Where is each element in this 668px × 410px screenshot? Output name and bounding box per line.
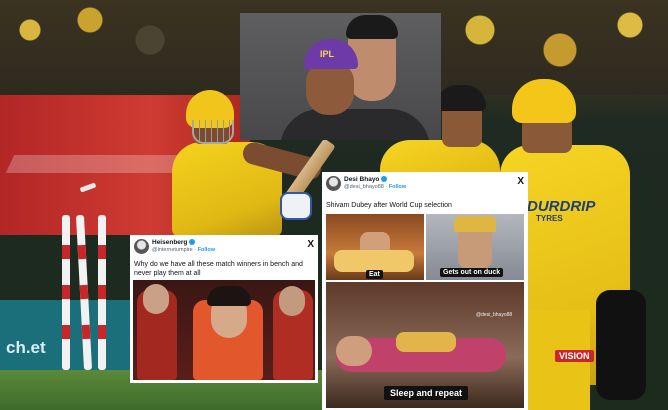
food-plate xyxy=(334,250,414,272)
photo-hair xyxy=(346,15,398,39)
verified-icon xyxy=(189,239,196,246)
kit-badge: VISION xyxy=(555,350,594,362)
meme-panel-sleep[interactable]: @desi_bhayo88 Sleep and repeat xyxy=(326,282,524,408)
x-logo-icon[interactable]: X xyxy=(307,239,314,250)
avatar[interactable] xyxy=(326,176,341,191)
tweet-image-fans[interactable] xyxy=(133,280,315,380)
caption-eat: Eat xyxy=(366,270,383,279)
meme-panel-eat[interactable]: Eat xyxy=(326,214,424,280)
tweet-handle-row: @internetumpire · Follow xyxy=(152,247,216,253)
ornament xyxy=(396,332,456,352)
avatar[interactable] xyxy=(134,239,149,254)
fan-face xyxy=(279,286,305,316)
kit-sponsor-logo: DURDRIP xyxy=(527,198,596,215)
stump xyxy=(98,215,106,370)
fan-face xyxy=(143,284,169,314)
caption-sleep: Sleep and repeat xyxy=(384,386,469,400)
sleeping-face xyxy=(336,336,372,366)
meme-figure xyxy=(458,228,492,268)
stump xyxy=(62,215,70,370)
caption-duck: Gets out on duck xyxy=(440,268,504,277)
cricket-stumps xyxy=(60,214,110,375)
image-watermark: @desi_bhayo88 xyxy=(476,312,513,318)
tweet-text: Why do we have all these match winners i… xyxy=(134,261,303,277)
meme-panel-duck[interactable]: Gets out on duck xyxy=(426,214,524,280)
tweet-card-desi-bhayo[interactable]: Desi Bhayo @desi_bhayo88 · Follow X Shiv… xyxy=(322,172,528,410)
follow-button[interactable]: Follow xyxy=(198,247,215,253)
tweet-header: Desi Bhayo @desi_bhayo88 · Follow X xyxy=(326,176,524,196)
tweet-handle-row: @desi_bhayo88 · Follow xyxy=(344,184,407,190)
top-photo: IPL xyxy=(240,13,441,140)
stump xyxy=(75,214,93,371)
helmet-grille xyxy=(192,120,234,144)
keeper-glove xyxy=(596,290,646,400)
verified-icon xyxy=(381,176,388,183)
x-logo-icon[interactable]: X xyxy=(517,176,524,187)
batting-glove xyxy=(280,192,312,220)
author-handle[interactable]: @desi_bhayo88 xyxy=(344,184,384,190)
author-handle[interactable]: @internetumpire xyxy=(152,247,193,253)
tweet-author[interactable]: Heisenberg xyxy=(152,239,196,246)
author-name: Heisenberg xyxy=(152,239,188,246)
cap-logo: IPL xyxy=(320,49,335,59)
fan-hair xyxy=(207,286,251,306)
sponsor-board-text: ch.et xyxy=(6,338,46,357)
crown-icon xyxy=(454,216,496,232)
photo-face-left xyxy=(306,63,354,115)
tweet-text: Shivam Dubey after World Cup selection xyxy=(326,202,452,209)
tweet-card-heisenberg[interactable]: Heisenberg @internetumpire · Follow X Wh… xyxy=(130,235,318,383)
author-name: Desi Bhayo xyxy=(344,176,380,183)
photo-shirts xyxy=(280,109,430,140)
tweet-author[interactable]: Desi Bhayo xyxy=(344,176,388,183)
tweet-header: Heisenberg @internetumpire · Follow X xyxy=(134,239,314,259)
kit-sponsor-sub: TYRES xyxy=(536,214,563,223)
follow-button[interactable]: Follow xyxy=(389,184,406,190)
